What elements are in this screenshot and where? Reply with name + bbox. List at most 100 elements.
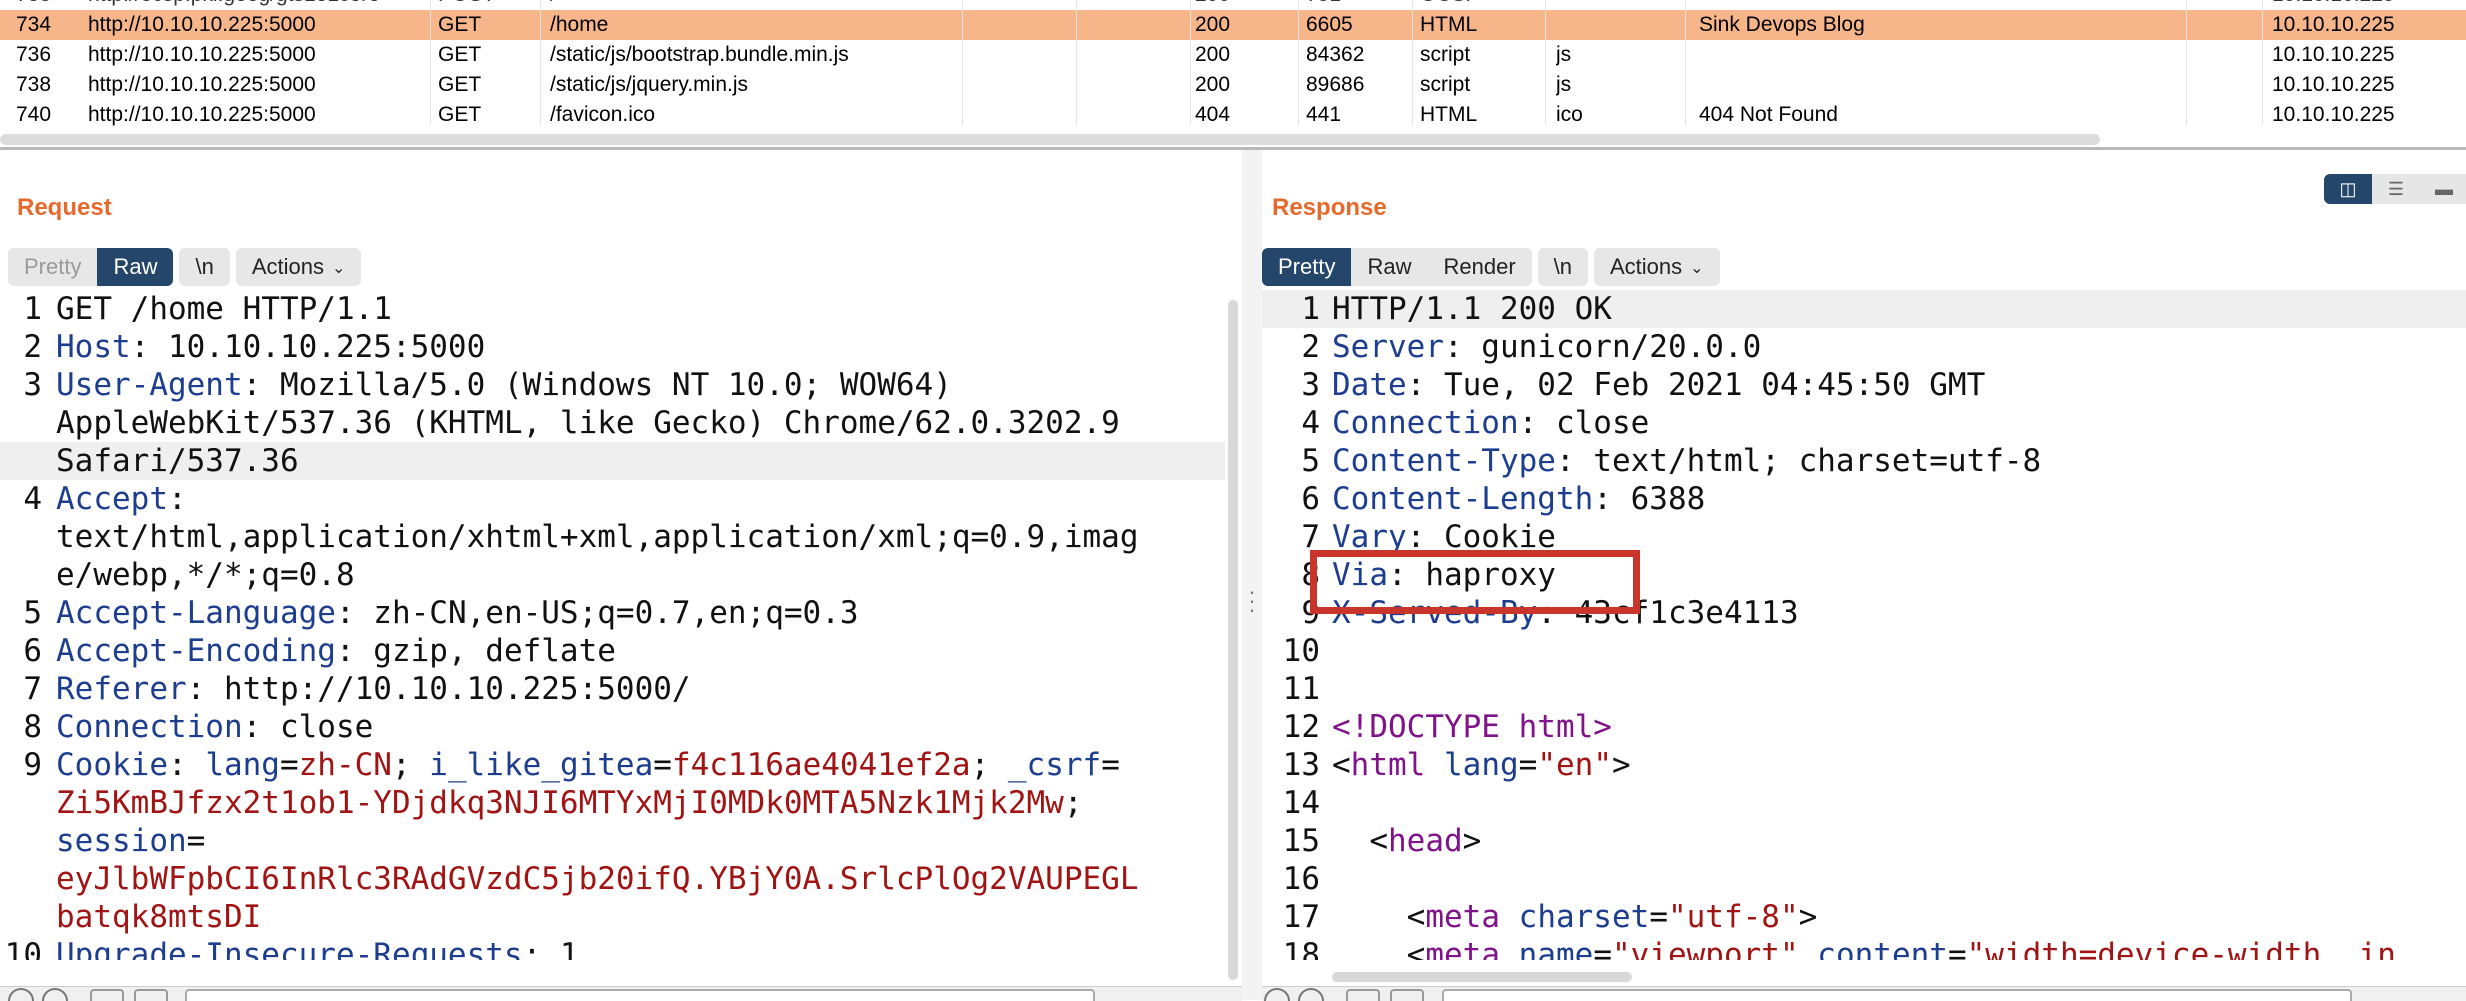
code-token: Content-Type bbox=[1332, 443, 1556, 479]
request-search-input[interactable] bbox=[185, 989, 1095, 1001]
code-line: 2 Host: 10.10.10.225:5000 bbox=[0, 328, 1225, 366]
code-line: text/html,application/xhtml+xml,applicat… bbox=[0, 518, 1225, 556]
code-token: Upgrade-Insecure-Requests bbox=[56, 937, 523, 960]
response-horizontal-scrollbar[interactable] bbox=[1332, 972, 1632, 982]
request-newline-toggle[interactable]: \n bbox=[179, 248, 230, 286]
line-number: 7 bbox=[23, 671, 42, 707]
request-tab-raw[interactable]: Raw bbox=[97, 248, 174, 286]
line-number: 5 bbox=[23, 595, 42, 631]
settings-icon[interactable] bbox=[1298, 988, 1324, 1001]
row-method: GET bbox=[438, 103, 482, 126]
code-line: 1 GET /home HTTP/1.1 bbox=[0, 290, 1225, 328]
table-row[interactable]: 736 http://10.10.10.225:5000 GET/static/js… bbox=[0, 40, 2466, 70]
request-actions-button[interactable]: Actions ⌄ bbox=[235, 248, 362, 286]
code-line: 7 Referer: http://10.10.10.225:5000/ bbox=[0, 670, 1225, 708]
line-number: 10 bbox=[1282, 633, 1320, 669]
history-horizontal-scrollbar[interactable] bbox=[0, 134, 2100, 145]
response-tab-render[interactable]: Render bbox=[1427, 248, 1532, 286]
code-token: Connection bbox=[1332, 405, 1519, 441]
row-path: /home bbox=[550, 13, 609, 36]
actions-label: Actions bbox=[251, 254, 324, 279]
table-row[interactable]: 733 http://ocsp.pki.goog/gts1o1core POST… bbox=[0, 0, 2466, 10]
line-number: 11 bbox=[1282, 671, 1320, 707]
line-text: Accept: bbox=[56, 480, 187, 518]
request-search-bar bbox=[0, 986, 1242, 1001]
row-mime: HTML bbox=[1420, 103, 1478, 126]
next-icon[interactable] bbox=[1390, 989, 1424, 1001]
code-line: 5 Accept-Language: zh-CN,en-US;q=0.7,en;q… bbox=[0, 594, 1225, 632]
code-token: eyJlbWFpbCI6InRlc3RAdGVzdC5jb20ifQ.YBjY0… bbox=[56, 861, 1139, 897]
code-token: : close bbox=[242, 709, 374, 745]
row-title: 404 Not Found bbox=[1699, 103, 1838, 126]
row-ip: 10.10.10.225 bbox=[2272, 43, 2395, 66]
line-text: Content-Type: text/html; charset=utf-8 bbox=[1332, 442, 2041, 480]
tabs-icon[interactable]: ▬ bbox=[2420, 174, 2466, 204]
request-vertical-scrollbar[interactable] bbox=[1228, 300, 1238, 980]
row-mime: script bbox=[1420, 73, 1471, 96]
settings-icon[interactable] bbox=[42, 988, 68, 1001]
split-vertical-icon[interactable]: ☰ bbox=[2372, 174, 2420, 204]
response-search-bar bbox=[1262, 986, 2466, 1001]
code-token: <!DOCTYPE html> bbox=[1332, 709, 1612, 745]
line-number: 1 bbox=[23, 291, 42, 327]
help-icon[interactable] bbox=[1264, 988, 1290, 1001]
code-token: > bbox=[1611, 747, 1631, 783]
next-icon[interactable] bbox=[134, 989, 168, 1001]
code-token: : Mozilla/5.0 (Windows NT 10.0; WOW64) bbox=[242, 367, 952, 403]
code-token: : text/html; charset=utf-8 bbox=[1555, 443, 2042, 479]
response-actions-button[interactable]: Actions ⌄ bbox=[1594, 248, 1720, 286]
line-number: 4 bbox=[1301, 405, 1320, 441]
response-editor[interactable]: 1 HTTP/1.1 200 OK 2 Server: gunicorn/20.0.0… bbox=[1262, 290, 2466, 960]
prev-icon[interactable] bbox=[90, 989, 124, 1001]
line-number: 8 bbox=[23, 709, 42, 745]
code-token: : bbox=[167, 747, 206, 783]
line-number: 13 bbox=[1282, 747, 1320, 783]
code-token: > bbox=[1462, 823, 1482, 859]
table-row[interactable]: 738 http://10.10.10.225:5000 GET/static/js… bbox=[0, 70, 2466, 100]
help-icon[interactable] bbox=[8, 988, 34, 1001]
row-status: 200 bbox=[1195, 43, 1231, 66]
response-tab-pretty[interactable]: Pretty bbox=[1262, 248, 1352, 286]
row-mime: script bbox=[1420, 43, 1471, 66]
request-pane: Request Pretty Raw \n Actions ⌄ 1 GET /hom… bbox=[0, 150, 1242, 1001]
prev-icon[interactable] bbox=[1346, 989, 1380, 1001]
line-number: 3 bbox=[1301, 367, 1320, 403]
code-token: Zi5KmBJfzx2t1ob1-YDjdkq3NJI6MTYxMjI0MDk0… bbox=[56, 785, 1064, 821]
line-number: 5 bbox=[1301, 443, 1320, 479]
code-token: meta bbox=[1425, 899, 1500, 935]
row-number: 734 bbox=[16, 13, 52, 36]
request-tab-pretty[interactable]: Pretty bbox=[8, 248, 98, 286]
code-line: Safari/537.36 bbox=[0, 442, 1225, 480]
http-history-table: 733 http://ocsp.pki.goog/gts1o1core POST… bbox=[0, 0, 2466, 150]
actions-label: Actions bbox=[1610, 254, 1683, 279]
request-editor[interactable]: 1 GET /home HTTP/1.1 2 Host: 10.10.10.225:5… bbox=[0, 290, 1225, 960]
code-token: name bbox=[1518, 937, 1594, 960]
code-token: HTTP/1.1 200 OK bbox=[1332, 291, 1612, 327]
splitter-grip-icon[interactable]: · · · bbox=[1245, 581, 1259, 621]
pane-splitter[interactable] bbox=[1242, 150, 1262, 1000]
line-number: 2 bbox=[23, 329, 42, 365]
split-horizontal-icon[interactable]: ◫ bbox=[2324, 174, 2372, 204]
code-line: 12 <!DOCTYPE html> bbox=[1262, 708, 2466, 746]
response-newline-toggle[interactable]: \n bbox=[1537, 248, 1588, 286]
response-view-tabs: Pretty Raw Render bbox=[1262, 248, 1532, 286]
table-row[interactable]: 740 http://10.10.10.225:5000 GET/favicon.i… bbox=[0, 100, 2466, 130]
response-tab-raw[interactable]: Raw bbox=[1351, 248, 1428, 286]
row-length: 6605 bbox=[1306, 13, 1353, 36]
code-token: f4c116ae4041ef2a bbox=[671, 747, 971, 783]
code-token: ; bbox=[970, 747, 1008, 783]
row-method: POST bbox=[438, 0, 538, 10]
row-ip: 10.10.10.225 bbox=[2272, 73, 2395, 96]
code-token: lang bbox=[205, 747, 280, 783]
response-search-input[interactable] bbox=[1442, 989, 2352, 1001]
code-token: html bbox=[1350, 747, 1426, 783]
table-row[interactable]: 734 http://10.10.10.225:5000 GET/home 200 66… bbox=[0, 10, 2466, 40]
code-line: AppleWebKit/537.36 (KHTML, like Gecko) C… bbox=[0, 404, 1225, 442]
line-text: Content-Length: 6388 bbox=[1332, 480, 1705, 518]
code-token: = bbox=[1947, 937, 1967, 960]
chevron-down-icon: ⌄ bbox=[1690, 260, 1704, 277]
code-token: i_like_gitea bbox=[429, 747, 654, 783]
code-token: : close bbox=[1518, 405, 1650, 441]
line-text: Connection: close bbox=[1332, 404, 1649, 442]
